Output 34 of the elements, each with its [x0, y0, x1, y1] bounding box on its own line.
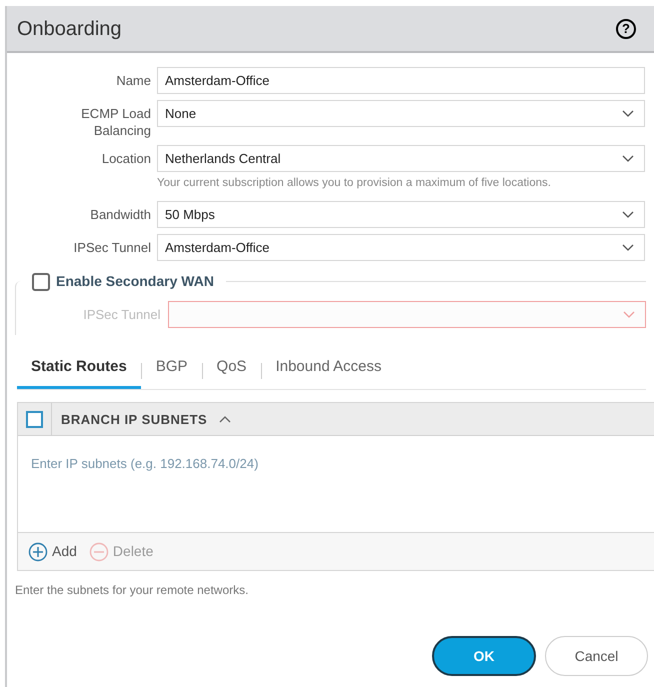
select-field[interactable]: Netherlands Central	[157, 145, 645, 172]
chevron-down-icon	[623, 310, 635, 319]
tab[interactable]: BGP	[142, 356, 202, 390]
field-label: IPSec Tunnel	[82, 306, 162, 324]
field-label: Bandwidth	[89, 206, 152, 224]
field-label: Location	[100, 150, 152, 167]
text-field[interactable]: Amsterdam-Office	[157, 67, 645, 94]
field-label: ECMP Load Balancing	[80, 105, 152, 139]
select-field[interactable]: None	[157, 100, 645, 127]
chevron-down-icon	[622, 244, 634, 252]
add-button[interactable]: Add	[28, 541, 77, 562]
select-field[interactable]: 50 Mbps	[157, 201, 645, 228]
chevron-down-icon	[622, 154, 634, 162]
checkbox[interactable]	[32, 272, 50, 291]
field-label: IPSec Tunnel	[72, 239, 152, 256]
minus-circle-icon	[88, 542, 109, 562]
checkbox[interactable]	[26, 410, 43, 428]
plus-circle-icon	[28, 542, 48, 562]
window-title: Onboarding	[17, 16, 122, 42]
chevron-up-icon[interactable]	[219, 415, 232, 424]
checkbox-label: Enable Secondary WAN	[56, 272, 214, 292]
field-label: Name	[115, 72, 152, 89]
help-text: Enter the subnets for your remote networks.	[15, 582, 250, 600]
chevron-down-icon	[622, 210, 634, 219]
tab[interactable]: Inbound Access	[262, 356, 396, 390]
tab[interactable]: QoS	[202, 356, 261, 390]
help-button[interactable]: ?	[616, 18, 636, 38]
column-header[interactable]: BRANCH IP SUBNETS	[61, 410, 208, 429]
hint-text: Your current subscription allows you to provision a maximum of five locations.	[157, 176, 552, 191]
select-field[interactable]: Amsterdam-Office	[157, 234, 645, 262]
cancel-button[interactable]: Cancel	[545, 636, 648, 676]
chevron-down-icon	[622, 110, 634, 118]
placeholder-text: Enter IP subnets (e.g. 192.168.74.0/24)	[31, 456, 258, 472]
tab[interactable]: Static Routes	[17, 356, 141, 390]
